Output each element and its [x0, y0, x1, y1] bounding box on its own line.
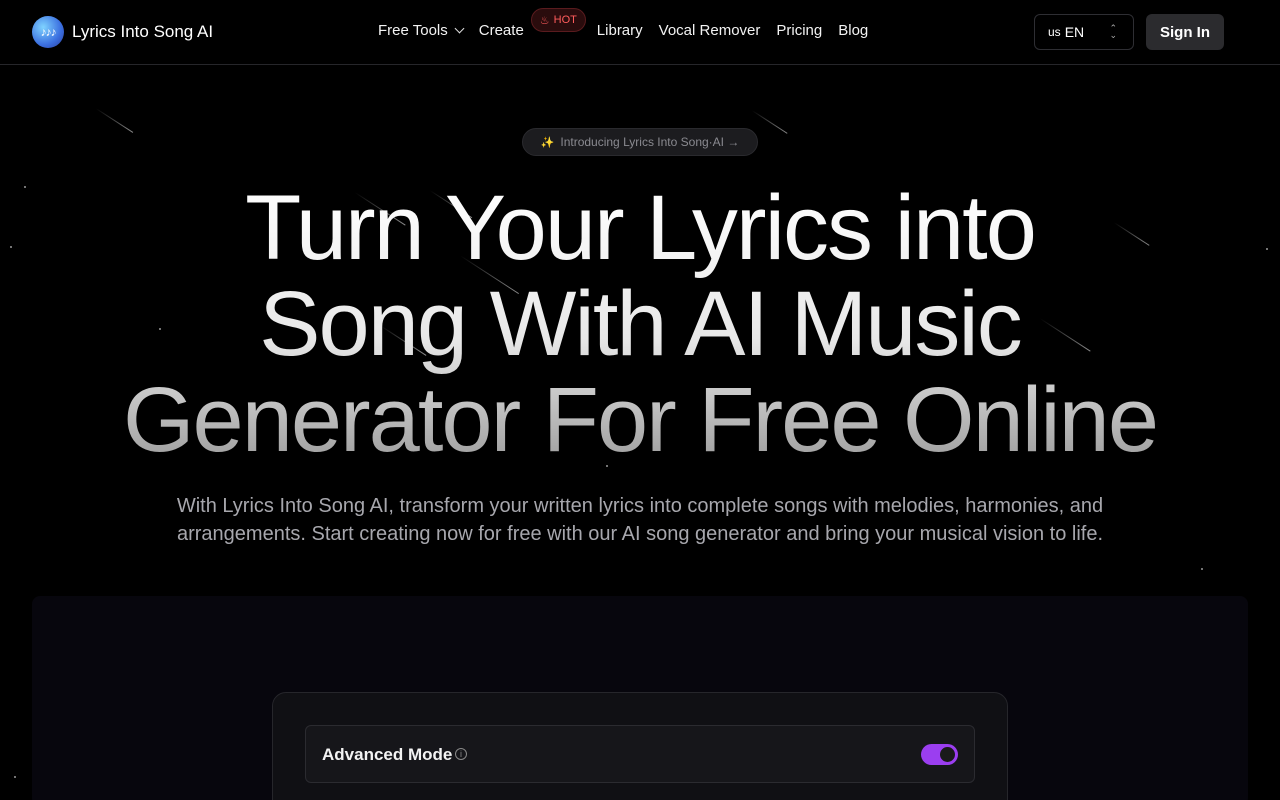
sign-in-button[interactable]: Sign In [1146, 14, 1224, 50]
main-nav: Free Tools Create ♨ HOT Library Vocal Re… [378, 8, 884, 39]
intro-pill-text: Introducing Lyrics Into Song·AI → [560, 135, 740, 149]
brand-link[interactable]: ♪♪♪ Lyrics Into Song AI [32, 16, 213, 48]
hero-subtitle: With Lyrics Into Song AI, transform your… [176, 495, 1104, 545]
brand-name: Lyrics Into Song AI [72, 22, 214, 41]
chevron-down-icon [454, 23, 465, 34]
chevron-up-down-icon: ⌃ ⌄ [1109, 23, 1117, 40]
nav-library[interactable]: Library [597, 22, 643, 39]
hot-badge: ♨ HOT [530, 8, 586, 32]
nav-pricing[interactable]: Pricing [776, 22, 822, 39]
sparkle-icon: ✨ [540, 136, 555, 149]
nav-blog[interactable]: Blog [838, 22, 868, 39]
nav-vocal-remover[interactable]: Vocal Remover [659, 22, 761, 39]
toggle-knob [940, 747, 955, 762]
hero-headline: Turn Your Lyrics into Song With AI Music… [80, 180, 1200, 468]
advanced-mode-toggle[interactable] [921, 744, 958, 765]
intro-pill-link[interactable]: ✨ Introducing Lyrics Into Song·AI → [522, 128, 758, 156]
flame-icon: ♨ [539, 14, 550, 27]
nav-create-label: Create [478, 22, 524, 39]
site-header: ♪♪♪ Lyrics Into Song AI Free Tools Creat… [0, 0, 1280, 65]
hot-badge-label: HOT [553, 14, 577, 26]
nav-create[interactable]: Create ♨ HOT [478, 8, 586, 39]
headline-line-3: Generator For Free Online [122, 369, 1157, 471]
brand-logo-icon: ♪♪♪ [32, 16, 64, 48]
language-code: EN [1064, 24, 1085, 40]
language-country: us [1048, 25, 1061, 39]
language-select[interactable]: us EN ⌃ ⌄ [1034, 14, 1134, 50]
advanced-mode-label: Advanced Mode [322, 745, 453, 764]
nav-free-tools[interactable]: Free Tools [378, 22, 465, 39]
headline-line-2: Song With AI Music [259, 273, 1021, 375]
nav-free-tools-label: Free Tools [378, 22, 448, 39]
info-icon[interactable]: i [455, 748, 467, 760]
advanced-mode-row: Advanced Mode i [305, 725, 975, 783]
headline-line-1: Turn Your Lyrics into [245, 177, 1035, 279]
